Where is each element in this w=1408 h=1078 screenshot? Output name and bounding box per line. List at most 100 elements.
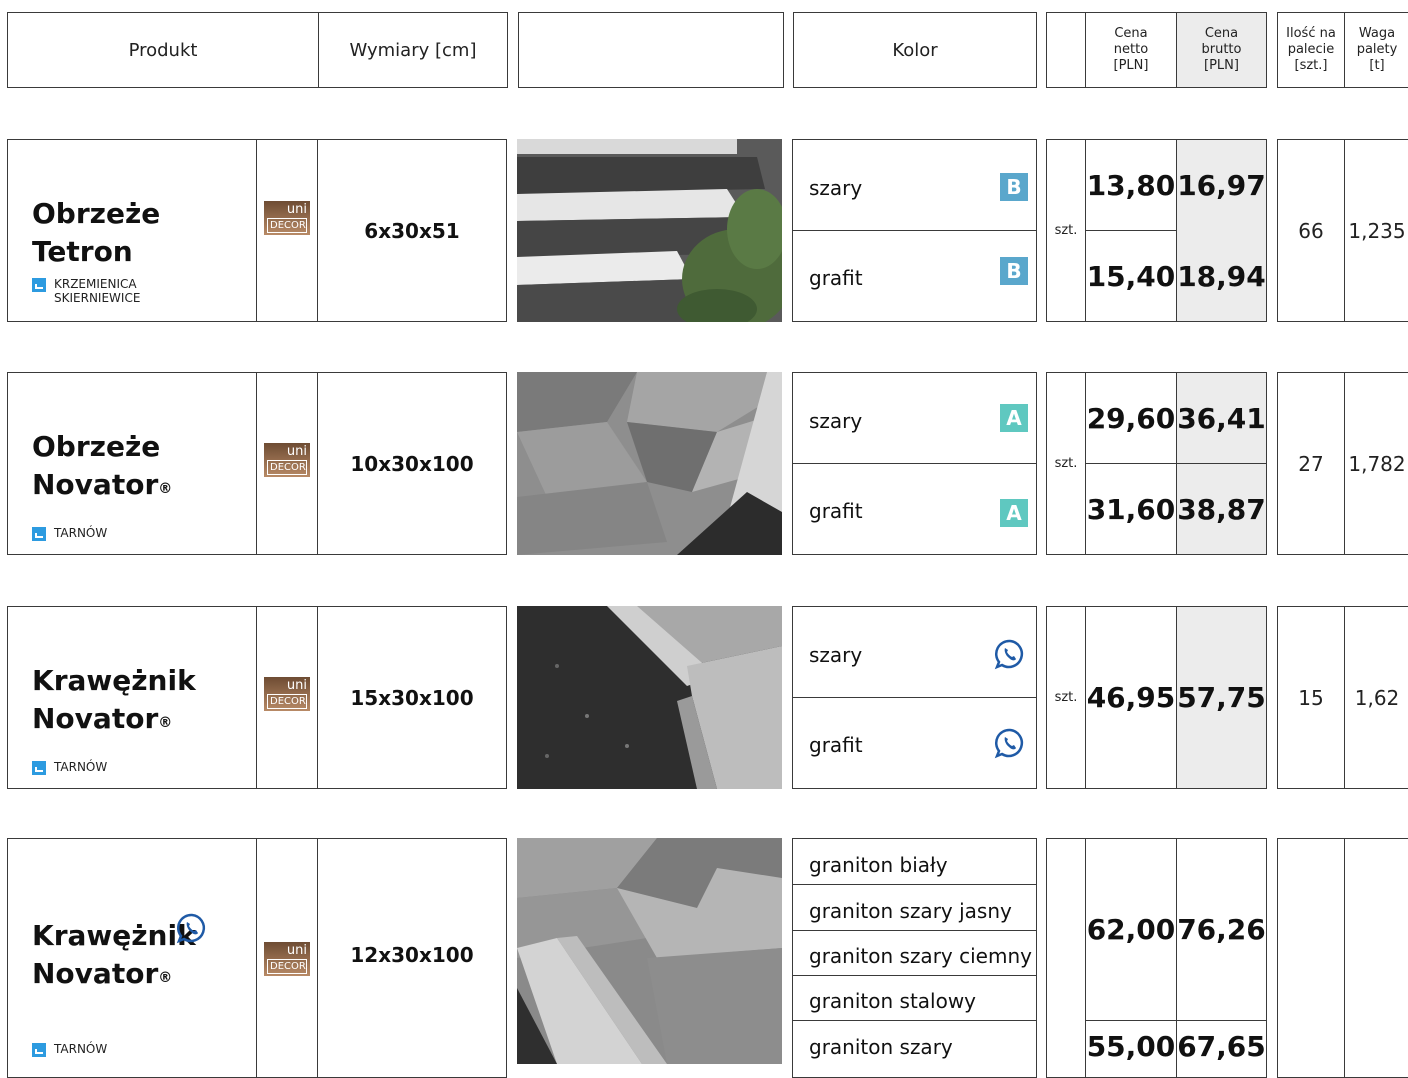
product-photo-illustration bbox=[517, 139, 782, 322]
price-cell: szt. 29,60 36,41 31,60 38,87 bbox=[1046, 372, 1267, 555]
header-netto-l1: Cena bbox=[1114, 26, 1148, 41]
product-photo-illustration bbox=[517, 606, 782, 789]
color-name: graniton stalowy bbox=[809, 989, 977, 1013]
factory-icon bbox=[32, 1043, 46, 1057]
header-waga: Waga palety [t] bbox=[1345, 13, 1408, 87]
header-waga-l2: palety bbox=[1356, 42, 1398, 57]
plant-location: TARNÓW bbox=[32, 526, 107, 541]
product-name-text: Novator bbox=[32, 702, 159, 735]
color-cell: szary B grafit B bbox=[792, 139, 1037, 322]
header-waga-l1: Waga bbox=[1358, 26, 1396, 41]
product-name-text: Novator bbox=[32, 957, 159, 990]
header-netto-l3: [PLN] bbox=[1113, 58, 1149, 73]
price-brutto: 57,75 bbox=[1177, 681, 1266, 714]
product-name-line1: Obrzeże bbox=[32, 197, 161, 230]
whatsapp-icon[interactable] bbox=[994, 727, 1026, 759]
logo-decor: DECOR bbox=[267, 959, 307, 974]
logo-uni: uni bbox=[286, 444, 307, 459]
registered-mark: ® bbox=[158, 715, 173, 731]
product-name-line2: Tetron bbox=[32, 233, 160, 271]
product-name-text: Tetron bbox=[32, 235, 133, 268]
plant-location: KRZEMIENICA SKIERNIEWICE bbox=[32, 277, 140, 305]
unidecor-logo: uni DECOR bbox=[264, 201, 310, 235]
whatsapp-icon[interactable] bbox=[176, 912, 208, 944]
header-kolor: Kolor bbox=[793, 12, 1037, 88]
product-cell: Obrzeże Tetron KRZEMIENICA SKIERNIEWICE bbox=[7, 139, 257, 322]
header-ilosc: Ilość na palecie [szt.] bbox=[1278, 13, 1344, 87]
color-name: grafit bbox=[809, 499, 863, 523]
unit-label: szt. bbox=[1054, 456, 1078, 471]
availability-badge: A bbox=[1000, 499, 1028, 527]
header-pallet: Ilość na palecie [szt.] Waga palety [t] bbox=[1277, 12, 1408, 88]
logo-decor: DECOR bbox=[267, 460, 307, 475]
availability-badge: A bbox=[1000, 404, 1028, 432]
product-photo bbox=[517, 372, 782, 555]
price-brutto: 16,97 bbox=[1177, 168, 1266, 202]
header-ilosc-l2: palecie bbox=[1287, 42, 1335, 57]
header-cena-brutto: Cena brutto [PLN] bbox=[1177, 13, 1266, 87]
logo-uni: uni bbox=[286, 943, 307, 958]
unidecor-logo: uni DECOR bbox=[264, 942, 310, 976]
availability-badge: B bbox=[1000, 173, 1028, 201]
price-netto: 13,80 bbox=[1086, 168, 1176, 202]
dimensions-value: 6x30x51 bbox=[364, 218, 460, 243]
header-produkt-label: Produkt bbox=[128, 39, 198, 61]
factory-icon bbox=[32, 278, 46, 292]
product-photo-illustration bbox=[517, 838, 782, 1064]
unidecor-logo: uni DECOR bbox=[264, 443, 310, 477]
product-cell: Krawężnik Novator® TARNÓW bbox=[7, 838, 257, 1078]
plant-name: TARNÓW bbox=[54, 760, 108, 774]
pallet-quantity: 27 bbox=[1298, 451, 1324, 476]
product-name-line2: Novator® bbox=[32, 955, 196, 993]
color-cell: szary grafit bbox=[792, 606, 1037, 789]
dimensions-cell: 6x30x51 bbox=[317, 139, 507, 322]
header-wymiary-label: Wymiary [cm] bbox=[349, 39, 477, 61]
dimensions-value: 10x30x100 bbox=[350, 451, 474, 476]
pallet-cell: 66 1,235 bbox=[1277, 139, 1408, 322]
pallet-cell: 15 1,62 bbox=[1277, 606, 1408, 789]
registered-mark: ® bbox=[158, 970, 173, 986]
color-cell: szary A grafit A bbox=[792, 372, 1037, 555]
price-netto: 15,40 bbox=[1086, 259, 1176, 293]
header-netto-l2: netto bbox=[1113, 42, 1149, 57]
pallet-cell bbox=[1277, 838, 1408, 1078]
factory-icon bbox=[32, 527, 46, 541]
color-name: graniton biały bbox=[809, 853, 948, 877]
color-name: szary bbox=[809, 643, 863, 667]
pallet-weight: 1,782 bbox=[1348, 451, 1406, 476]
logo-cell: uni DECOR bbox=[256, 838, 318, 1078]
price-brutto: 36,41 bbox=[1177, 401, 1266, 435]
color-name: graniton szary bbox=[809, 1035, 953, 1059]
header-kolor-label: Kolor bbox=[892, 39, 938, 61]
dimensions-value: 12x30x100 bbox=[350, 943, 474, 967]
whatsapp-icon[interactable] bbox=[994, 638, 1026, 670]
header-produkt: Produkt bbox=[7, 12, 319, 88]
color-cell: graniton biały graniton szary jasny gran… bbox=[792, 838, 1037, 1078]
price-netto: 29,60 bbox=[1086, 401, 1176, 435]
product-name-line2: Novator® bbox=[32, 466, 172, 504]
price-brutto: 18,94 bbox=[1177, 259, 1266, 293]
product-cell: Obrzeże Novator® TARNÓW bbox=[7, 372, 257, 555]
logo-cell: uni DECOR bbox=[256, 139, 318, 322]
plant-name: TARNÓW bbox=[54, 1042, 108, 1056]
product-name-text: Novator bbox=[32, 468, 159, 501]
logo-cell: uni DECOR bbox=[256, 606, 318, 789]
pallet-weight: 1,62 bbox=[1354, 685, 1400, 710]
product-name: Krawężnik Novator® bbox=[32, 662, 196, 738]
header-photo bbox=[518, 12, 784, 88]
color-name: grafit bbox=[809, 266, 863, 290]
dimensions-cell: 15x30x100 bbox=[317, 606, 507, 789]
color-name: graniton szary ciemny bbox=[809, 944, 1032, 968]
color-name: graniton szary jasny bbox=[809, 899, 1012, 923]
plant-name-2: SKIERNIEWICE bbox=[54, 291, 141, 305]
product-photo bbox=[517, 606, 782, 789]
product-name-line1: Krawężnik bbox=[32, 919, 196, 952]
price-cell: 62,00 76,26 55,00 67,65 bbox=[1046, 838, 1267, 1078]
price-cell: szt. 13,80 16,97 15,40 18,94 bbox=[1046, 139, 1267, 322]
logo-decor: DECOR bbox=[267, 218, 307, 233]
header-brutto-l1: Cena bbox=[1204, 26, 1239, 41]
registered-mark: ® bbox=[158, 481, 173, 497]
product-cell: Krawężnik Novator® TARNÓW bbox=[7, 606, 257, 789]
dimensions-value: 15x30x100 bbox=[350, 685, 474, 710]
product-name-line1: Obrzeże bbox=[32, 430, 161, 463]
